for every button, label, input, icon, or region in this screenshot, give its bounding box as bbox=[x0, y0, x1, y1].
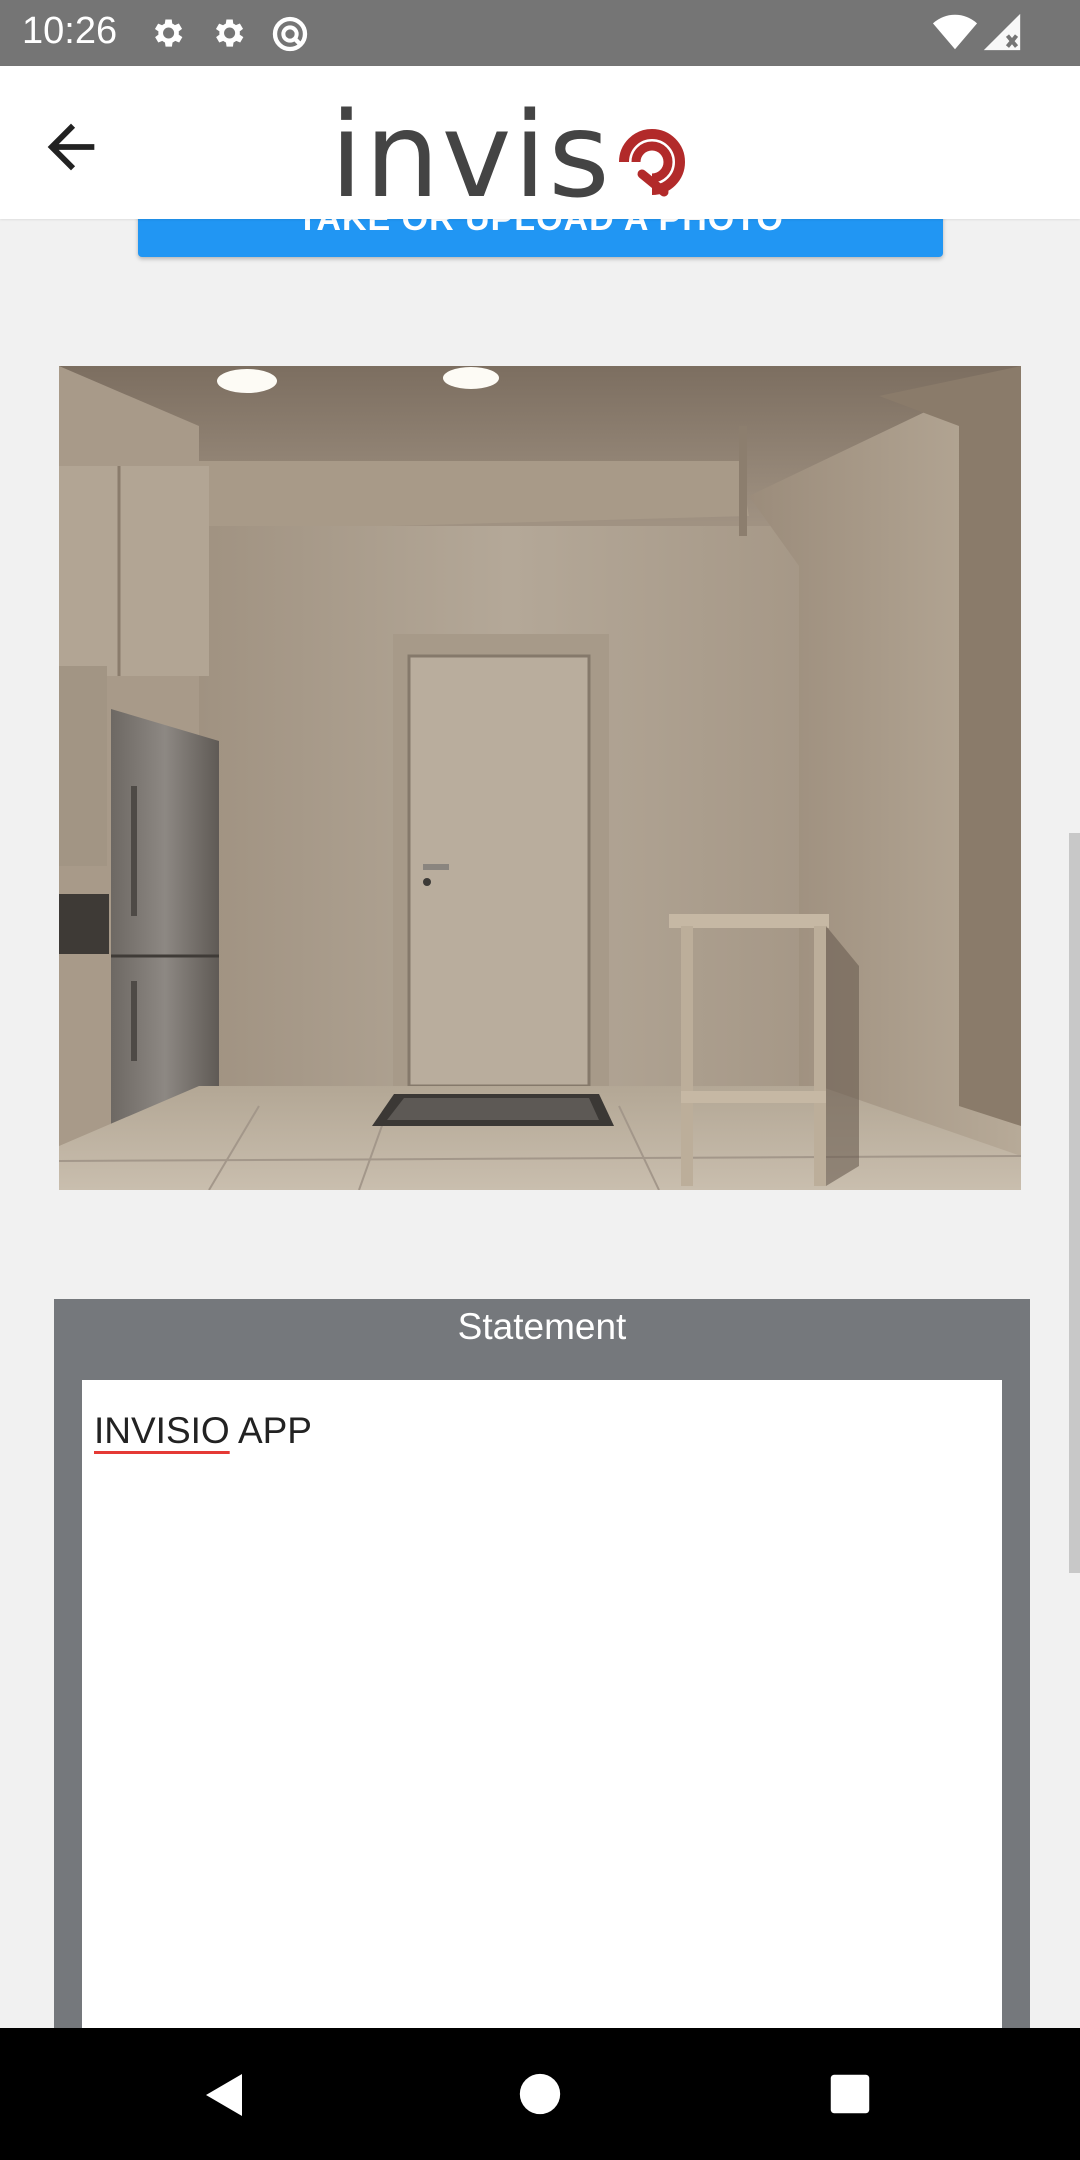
back-arrow-icon[interactable] bbox=[36, 112, 106, 182]
navigation-bar bbox=[0, 2028, 1080, 2160]
room-photo bbox=[59, 366, 1021, 1190]
scrollbar[interactable] bbox=[1069, 833, 1080, 1573]
invisio-logo: invis bbox=[330, 96, 694, 214]
back-icon[interactable] bbox=[200, 2070, 248, 2120]
misspelled-word: INVISIO bbox=[94, 1410, 230, 1451]
home-icon[interactable] bbox=[518, 2072, 562, 2116]
app-header: invis bbox=[0, 66, 1080, 219]
signal-icon bbox=[983, 13, 1021, 51]
statement-textarea[interactable]: INVISIO APP bbox=[82, 1380, 1002, 2040]
status-bar: 10:26 bbox=[0, 0, 1080, 66]
sync-circle-icon bbox=[272, 16, 308, 52]
statement-text: APP bbox=[229, 1410, 312, 1451]
logo-text: invis bbox=[330, 86, 612, 224]
o-swirl-icon bbox=[619, 129, 686, 197]
wifi-icon bbox=[932, 14, 978, 50]
gear-icon bbox=[154, 19, 183, 47]
recents-icon[interactable] bbox=[829, 2073, 871, 2115]
status-time: 10:26 bbox=[22, 10, 118, 52]
gear-icon bbox=[215, 19, 244, 47]
statement-panel: Statement INVISIO APP bbox=[54, 1299, 1030, 2040]
statement-title: Statement bbox=[457, 1306, 627, 1347]
